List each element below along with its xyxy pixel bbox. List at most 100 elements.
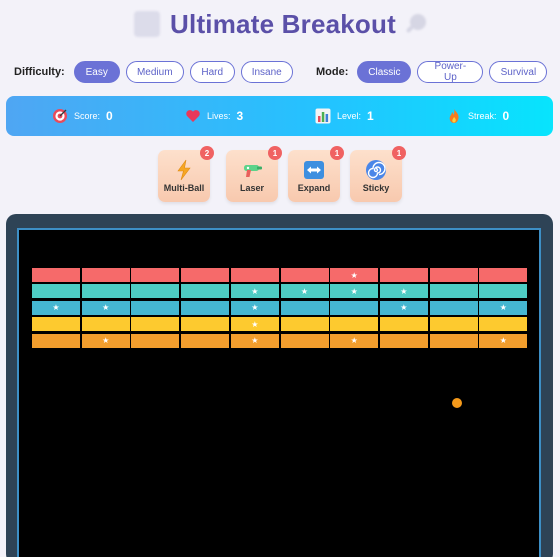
brick bbox=[32, 333, 80, 348]
stat-lives-label: Lives: bbox=[207, 111, 231, 121]
stat-level-value: 1 bbox=[367, 109, 374, 123]
star-icon: ★ bbox=[350, 336, 358, 346]
star-icon: ★ bbox=[300, 286, 309, 296]
stats-bar: Score: 0 Lives: 3 Level: 1 Streak: 0 bbox=[6, 96, 553, 136]
brick: ★ bbox=[379, 284, 428, 299]
difficulty-medium-button[interactable]: Medium bbox=[125, 61, 184, 83]
brick bbox=[379, 333, 428, 348]
brick: ★ bbox=[230, 284, 279, 299]
brick bbox=[32, 284, 80, 299]
brick bbox=[429, 333, 478, 348]
brick bbox=[131, 300, 180, 315]
powerup-sticky-count: 1 bbox=[392, 146, 406, 160]
star-icon: ★ bbox=[102, 336, 110, 346]
stat-level-label: Level: bbox=[337, 111, 362, 121]
brick bbox=[330, 300, 379, 315]
mode-selector: Mode: Classic Power-Up Survival bbox=[316, 60, 553, 84]
brick bbox=[81, 284, 130, 299]
star-icon: ★ bbox=[400, 303, 408, 313]
brick bbox=[330, 317, 379, 332]
brick bbox=[280, 300, 329, 315]
brick: ★ bbox=[81, 333, 130, 348]
brick bbox=[181, 284, 230, 299]
brick bbox=[379, 317, 428, 332]
brick: ★ bbox=[280, 284, 329, 299]
page-title: Ultimate Breakout bbox=[170, 8, 396, 39]
stat-lives-value: 3 bbox=[236, 109, 244, 123]
brick: ★ bbox=[230, 317, 279, 332]
powerup-sticky-label: Sticky bbox=[362, 183, 390, 193]
star-icon: ★ bbox=[251, 319, 259, 329]
powerup-multi-ball-button[interactable]: Multi-Ball 2 bbox=[158, 146, 214, 202]
powerup-laser-button[interactable]: Laser 1 bbox=[226, 146, 282, 202]
stat-level: Level: 1 bbox=[315, 96, 374, 136]
target-icon bbox=[52, 108, 68, 124]
stat-score: Score: 0 bbox=[52, 96, 113, 136]
brick bbox=[131, 268, 180, 282]
star-icon: ★ bbox=[102, 303, 110, 313]
star-icon: ★ bbox=[52, 303, 60, 313]
brick bbox=[131, 317, 180, 332]
brick bbox=[181, 300, 230, 315]
brick bbox=[131, 284, 180, 299]
brick: ★ bbox=[230, 333, 279, 348]
brick: ★ bbox=[330, 268, 379, 282]
logo-icon bbox=[134, 11, 161, 37]
star-icon: ★ bbox=[499, 303, 507, 313]
brick bbox=[429, 284, 478, 299]
brick bbox=[32, 317, 80, 332]
brick bbox=[479, 317, 528, 332]
game-canvas[interactable]: ★ ★ ★ ★ ★ ★ ★ ★ ★ ★ ★ ★ ★ ★ ★ bbox=[17, 228, 541, 557]
powerup-expand-count: 1 bbox=[330, 146, 344, 160]
brick: ★ bbox=[379, 300, 428, 315]
stat-streak-label: Streak: bbox=[468, 111, 497, 121]
brick: ★ bbox=[330, 333, 379, 348]
powerup-laser-count: 1 bbox=[268, 146, 282, 160]
stat-streak: Streak: 0 bbox=[446, 96, 509, 136]
powerup-expand-button[interactable]: Expand 1 bbox=[288, 146, 344, 202]
brick bbox=[32, 268, 80, 282]
difficulty-hard-button[interactable]: Hard bbox=[189, 61, 235, 83]
heart-icon bbox=[185, 108, 201, 124]
brick bbox=[230, 268, 279, 282]
difficulty-selector: Difficulty: Easy Medium Hard Insane bbox=[14, 60, 299, 84]
brick bbox=[429, 268, 478, 282]
ball bbox=[452, 398, 462, 408]
brick bbox=[429, 317, 478, 332]
spiral-icon bbox=[365, 159, 387, 181]
stat-lives: Lives: 3 bbox=[185, 96, 243, 136]
expand-arrows-icon bbox=[303, 159, 325, 181]
star-icon: ★ bbox=[499, 336, 507, 346]
brick: ★ bbox=[81, 300, 130, 315]
brick: ★ bbox=[330, 284, 379, 299]
search-icon bbox=[405, 14, 426, 34]
brick bbox=[429, 300, 478, 315]
brick bbox=[479, 284, 528, 299]
powerup-multi-ball-count: 2 bbox=[200, 146, 214, 160]
brick bbox=[479, 268, 528, 282]
mode-survival-button[interactable]: Survival bbox=[489, 61, 548, 83]
brick: ★ bbox=[479, 333, 528, 348]
brick bbox=[81, 317, 130, 332]
stat-score-value: 0 bbox=[106, 109, 113, 123]
mode-powerup-button[interactable]: Power-Up bbox=[417, 61, 484, 83]
bar-chart-icon bbox=[315, 108, 331, 124]
brick: ★ bbox=[230, 300, 279, 315]
mode-classic-button[interactable]: Classic bbox=[357, 61, 412, 83]
ray-gun-icon bbox=[241, 159, 263, 181]
difficulty-label: Difficulty: bbox=[14, 66, 65, 78]
brick bbox=[379, 268, 428, 282]
difficulty-insane-button[interactable]: Insane bbox=[240, 61, 293, 83]
mode-label: Mode: bbox=[316, 66, 349, 78]
difficulty-easy-button[interactable]: Easy bbox=[73, 61, 120, 83]
brick bbox=[181, 268, 230, 282]
star-icon: ★ bbox=[350, 286, 358, 296]
powerup-sticky-button[interactable]: Sticky 1 bbox=[350, 146, 406, 202]
star-icon: ★ bbox=[251, 336, 259, 346]
brick bbox=[280, 268, 329, 282]
brick: ★ bbox=[479, 300, 528, 315]
brick bbox=[280, 333, 329, 348]
brick bbox=[181, 333, 230, 348]
stat-streak-value: 0 bbox=[502, 109, 510, 123]
powerup-multi-ball-label: Multi-Ball bbox=[163, 183, 205, 193]
